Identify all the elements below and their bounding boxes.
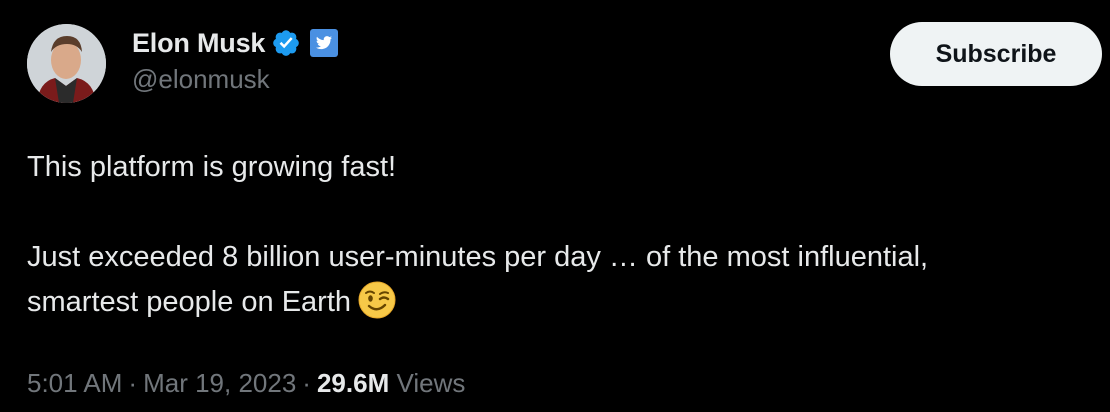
tweet-time[interactable]: 5:01 AM (27, 368, 122, 398)
tweet-text: This platform is growing fast! Just exce… (27, 145, 1097, 325)
views-count[interactable]: 29.6M (317, 368, 389, 398)
winking-face-emoji-icon (357, 280, 397, 320)
display-name[interactable]: Elon Musk (132, 28, 265, 59)
verified-badge-icon[interactable] (271, 28, 301, 58)
meta-separator: · (128, 368, 138, 398)
avatar[interactable] (27, 24, 106, 103)
author-info: Elon Musk @elonmusk (132, 27, 339, 95)
tweet-meta: 5:01 AM · Mar 19, 2023 · 29.6M Views (27, 368, 465, 399)
subscribe-button[interactable]: Subscribe (890, 22, 1102, 86)
avatar-photo-icon (27, 24, 106, 103)
tweet-text-line-2: Just exceeded 8 billion user-minutes per… (27, 241, 929, 273)
tweet-card: Elon Musk @elonmusk Subscribe This platf… (0, 0, 1110, 412)
tweet-text-line-3: smartest people on Earth (27, 280, 1097, 325)
meta-separator: · (302, 368, 311, 398)
tweet-text-line-3-content: smartest people on Earth (27, 286, 352, 318)
views-label: Views (396, 368, 466, 398)
tweet-header: Elon Musk @elonmusk Subscribe (27, 20, 1102, 103)
twitter-bird-badge-icon[interactable] (309, 28, 339, 58)
author-handle[interactable]: @elonmusk (132, 64, 339, 95)
name-row: Elon Musk (132, 27, 339, 59)
tweet-date[interactable]: Mar 19, 2023 (143, 368, 296, 398)
tweet-text-line-1: This platform is growing fast! (27, 151, 397, 183)
